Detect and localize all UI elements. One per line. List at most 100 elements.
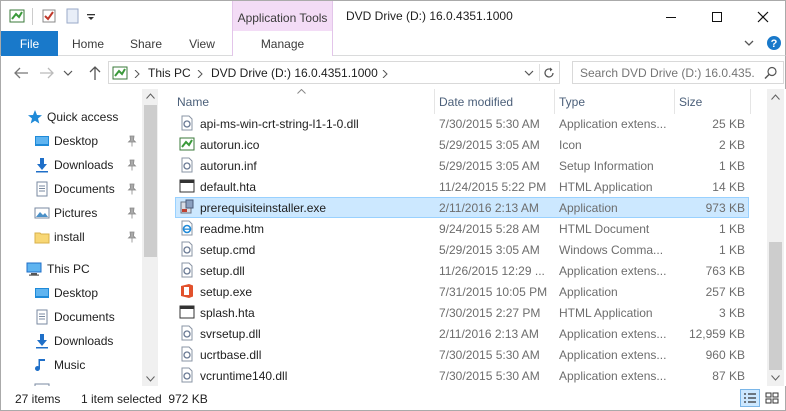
- pin-icon[interactable]: [126, 231, 138, 243]
- column-separator[interactable]: [750, 89, 751, 114]
- file-name: autorun.ico: [200, 138, 260, 152]
- scroll-down-arrow-icon[interactable]: [771, 375, 780, 381]
- file-name: setup.exe: [200, 285, 253, 299]
- help-icon: ?: [767, 36, 781, 50]
- pin-icon[interactable]: [126, 135, 138, 147]
- new-folder-icon[interactable]: [65, 8, 81, 24]
- search-icon[interactable]: [764, 66, 778, 80]
- file-row-selected[interactable]: prerequisiteinstaller.exe 2/11/2016 2:13…: [175, 197, 749, 218]
- file-size: 87 KB: [712, 369, 745, 383]
- nav-item-label: Desktop: [54, 286, 99, 300]
- nav-item-music[interactable]: Music: [1, 354, 141, 376]
- nav-item-install[interactable]: install: [1, 226, 141, 248]
- file-name: api-ms-win-crt-string-l1-1-0.dll: [200, 117, 359, 131]
- file-type: HTML Application: [559, 180, 653, 194]
- column-header-size[interactable]: Size: [679, 95, 702, 109]
- svg-text:?: ?: [771, 38, 778, 50]
- tab-view[interactable]: View: [175, 31, 229, 56]
- column-separator[interactable]: [674, 89, 675, 114]
- file-row[interactable]: api-ms-win-crt-string-l1-1-0.dll 7/30/20…: [175, 113, 749, 134]
- large-icons-view-button[interactable]: [762, 389, 782, 407]
- file-name: splash.hta: [200, 306, 255, 320]
- pin-icon[interactable]: [126, 159, 138, 171]
- tab-file[interactable]: File: [1, 31, 58, 56]
- up-button[interactable]: [85, 64, 105, 82]
- expand-ribbon-button[interactable]: [742, 36, 756, 50]
- column-header-name[interactable]: Name: [177, 95, 209, 109]
- large-icons-view-icon: [765, 392, 779, 404]
- nav-item-label: Quick access: [47, 110, 119, 124]
- file-name: svrsetup.dll: [200, 327, 261, 341]
- details-view-button[interactable]: [740, 389, 760, 407]
- column-separator[interactable]: [434, 89, 435, 114]
- pin-icon[interactable]: [126, 183, 138, 195]
- file-date: 11/26/2015 12:29 ...: [439, 264, 545, 278]
- file-list-scrollbar-thumb[interactable]: [769, 242, 782, 370]
- forward-button[interactable]: [37, 64, 57, 82]
- file-size: 973 KB: [705, 201, 745, 215]
- arrow-right-icon: [40, 67, 54, 79]
- customize-quick-access-chevron-icon[interactable]: [85, 8, 97, 24]
- tab-share[interactable]: Share: [117, 31, 175, 56]
- refresh-button[interactable]: [539, 64, 557, 81]
- file-row[interactable]: ucrtbase.dll 7/30/2015 5:30 AM Applicati…: [175, 344, 749, 365]
- navigation-scrollbar-thumb[interactable]: [144, 105, 157, 257]
- status-bar: 27 items 1 item selected 972 KB: [0, 386, 786, 411]
- tab-manage[interactable]: Manage: [232, 31, 333, 56]
- nav-item-desktop[interactable]: Desktop: [1, 282, 141, 304]
- tab-home[interactable]: Home: [59, 31, 117, 56]
- nav-item-documents[interactable]: Documents: [1, 306, 141, 328]
- column-header-date-modified[interactable]: Date modified: [439, 95, 513, 109]
- file-row[interactable]: splash.hta 7/30/2015 2:27 PM HTML Applic…: [175, 302, 749, 323]
- file-row[interactable]: vcruntime140.dll 7/30/2015 5:30 AM Appli…: [175, 365, 749, 386]
- breadcrumb-dvd-drive[interactable]: DVD Drive (D:) 16.0.4351.1000: [211, 66, 378, 80]
- pin-icon[interactable]: [126, 207, 138, 219]
- drive-icon: [112, 66, 128, 80]
- column-separator[interactable]: [554, 89, 555, 114]
- selection-info: 1 item selected 972 KB: [81, 392, 208, 406]
- nav-item-downloads-quick[interactable]: Downloads: [1, 154, 141, 176]
- minimize-button[interactable]: [648, 1, 694, 32]
- file-name: setup.dll: [200, 264, 245, 278]
- file-row[interactable]: autorun.inf 5/29/2015 3:05 AM Setup Info…: [175, 155, 749, 176]
- nav-item-label: Desktop: [54, 134, 99, 148]
- nav-item-pictures-quick[interactable]: Pictures: [1, 202, 141, 224]
- nav-item-documents-quick[interactable]: Documents: [1, 178, 141, 200]
- nav-item-this-pc[interactable]: This PC: [1, 258, 141, 280]
- file-row[interactable]: setup.cmd 5/29/2015 3:05 AM Windows Comm…: [175, 239, 749, 260]
- close-button[interactable]: [740, 1, 786, 32]
- file-row[interactable]: setup.dll 11/26/2015 12:29 ... Applicati…: [175, 260, 749, 281]
- file-size: 1 KB: [718, 222, 745, 236]
- help-button[interactable]: ?: [766, 35, 782, 51]
- address-history-button[interactable]: [521, 64, 537, 81]
- file-row[interactable]: svrsetup.dll 2/11/2016 2:13 AM Applicati…: [175, 323, 749, 344]
- file-name: readme.htm: [200, 222, 265, 236]
- nav-item-desktop-quick[interactable]: Desktop: [1, 130, 141, 152]
- file-row[interactable]: setup.exe 7/31/2015 10:05 PM Application…: [175, 281, 749, 302]
- scroll-up-arrow-icon[interactable]: [771, 94, 780, 100]
- back-button[interactable]: [11, 64, 31, 82]
- dll-icon: [181, 115, 193, 131]
- scroll-up-arrow-icon[interactable]: [146, 93, 155, 99]
- scroll-down-arrow-icon[interactable]: [146, 376, 155, 382]
- maximize-button[interactable]: [694, 1, 740, 32]
- search-box[interactable]: [572, 61, 784, 84]
- file-list-scrollbar[interactable]: [767, 89, 784, 386]
- column-header-type[interactable]: Type: [559, 95, 585, 109]
- search-input[interactable]: [580, 65, 755, 80]
- explorer-app-icon[interactable]: [9, 8, 25, 24]
- nav-item-quick-access[interactable]: Quick access: [1, 106, 141, 128]
- file-row[interactable]: default.hta 11/24/2015 5:22 PM HTML Appl…: [175, 176, 749, 197]
- desktop-folder-icon: [35, 136, 49, 146]
- file-row[interactable]: autorun.ico 5/29/2015 3:05 AM Icon 2 KB: [175, 134, 749, 155]
- breadcrumb-this-pc[interactable]: This PC: [148, 66, 191, 80]
- nav-item-partial[interactable]: [1, 378, 141, 386]
- file-row[interactable]: readme.htm 9/24/2015 5:28 AM HTML Docume…: [175, 218, 749, 239]
- properties-icon[interactable]: [41, 8, 57, 24]
- office-exe-icon: [181, 284, 193, 298]
- recent-locations-button[interactable]: [61, 64, 75, 82]
- file-name: ucrtbase.dll: [200, 348, 262, 362]
- address-bar[interactable]: This PC DVD Drive (D:) 16.0.4351.1000: [108, 61, 560, 84]
- nav-item-downloads[interactable]: Downloads: [1, 330, 141, 352]
- inf-icon: [181, 157, 193, 173]
